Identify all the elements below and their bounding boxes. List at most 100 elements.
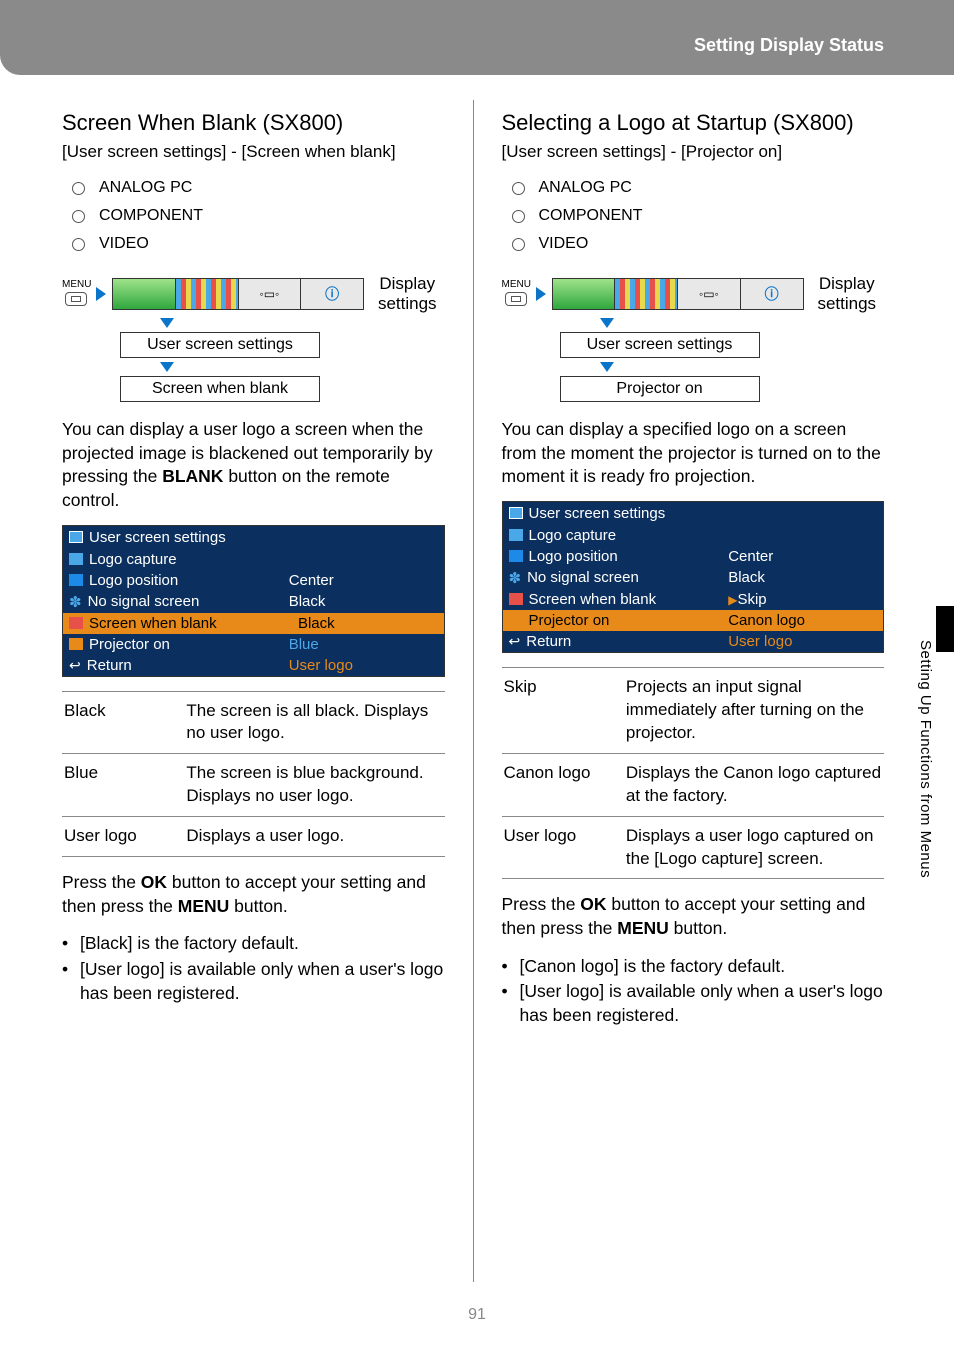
radio-label: VIDEO (99, 232, 149, 256)
window-icon (69, 531, 83, 543)
option-desc: The screen is all black. Displays no use… (184, 691, 444, 754)
table-row: User logoDisplays a user logo. (62, 817, 445, 857)
arrow-down-icon (160, 318, 174, 328)
table-row: SkipProjects an input signal immediately… (502, 667, 885, 753)
display-settings-label: Display settings (810, 274, 885, 314)
osd-value: Blue (289, 636, 438, 653)
osd-row-return: ↩ReturnUser logo (63, 655, 444, 676)
option-desc: Displays a user logo. (184, 817, 444, 857)
osd-label: Return (87, 657, 132, 674)
osd-row-highlight: Projector onCanon logo (503, 610, 884, 631)
osd-row: Logo capture (503, 525, 884, 546)
osd-value: Canon logo (728, 612, 877, 629)
right-osd: User screen settings Logo capture Logo p… (502, 501, 885, 653)
osd-label: Return (526, 633, 571, 650)
osd-label: Logo position (529, 548, 618, 565)
osd-label: Logo position (89, 572, 178, 589)
blank-icon (69, 617, 83, 629)
arrow-down-icon (160, 362, 174, 372)
menu-label-small: MENU (62, 279, 91, 290)
osd-value: Center (289, 572, 438, 589)
right-para-1: You can display a specified logo on a sc… (502, 418, 885, 489)
tab-bar: ◦▭◦ ⓘ (552, 278, 804, 310)
table-row: Canon logoDisplays the Canon logo captur… (502, 753, 885, 816)
radio-analog-pc: ANALOG PC (512, 176, 885, 200)
radio-icon (72, 182, 85, 195)
right-breadcrumb: [User screen settings] - [Projector on] (502, 142, 885, 162)
star-icon: ✽ (69, 593, 82, 611)
osd-row: Logo capture (63, 549, 444, 570)
side-tab-mark (936, 606, 954, 652)
tab-2-icon (176, 279, 239, 309)
option-key: Canon logo (502, 753, 624, 816)
tab-1-icon (553, 279, 616, 309)
left-radio-list: ANALOG PC COMPONENT VIDEO (72, 176, 445, 256)
option-key: Blue (62, 754, 184, 817)
note-item: [Black] is the factory default. (62, 932, 445, 956)
note-item: [User logo] is available only when a use… (62, 958, 445, 1005)
osd-label: Screen when blank (529, 591, 657, 608)
play-icon: ▶ (289, 617, 298, 631)
osd-value: ▶Black (289, 615, 438, 632)
flow-box-2: Projector on (560, 376, 760, 402)
left-notes: [Black] is the factory default. [User lo… (62, 932, 445, 1005)
left-breadcrumb: [User screen settings] - [Screen when bl… (62, 142, 445, 162)
radio-label: COMPONENT (99, 204, 203, 228)
display-settings-label: Display settings (370, 274, 445, 314)
radio-icon (512, 238, 525, 251)
tab-2-icon (615, 279, 678, 309)
option-desc: Displays a user logo captured on the [Lo… (624, 816, 884, 879)
left-column: Screen When Blank (SX800) [User screen s… (62, 100, 445, 1282)
left-osd: User screen settings Logo capture Logo p… (62, 525, 445, 677)
keyword-ok: OK (580, 894, 606, 914)
osd-header-text: User screen settings (89, 529, 226, 546)
left-title: Screen When Blank (SX800) (62, 110, 445, 136)
right-column: Selecting a Logo at Startup (SX800) [Use… (502, 100, 885, 1282)
tab-bar: ◦▭◦ ⓘ (112, 278, 364, 310)
flow-box-1: User screen settings (560, 332, 760, 358)
camera-icon (509, 529, 523, 541)
text: button. (669, 918, 727, 938)
right-radio-list: ANALOG PC COMPONENT VIDEO (512, 176, 885, 256)
grid-icon (69, 574, 83, 586)
radio-label: VIDEO (539, 232, 589, 256)
radio-video: VIDEO (72, 232, 445, 256)
flow-box-1: User screen settings (120, 332, 320, 358)
osd-value: ▶Skip (728, 591, 877, 608)
text: Press the (502, 894, 581, 914)
tab-3-icon: ◦▭◦ (239, 279, 302, 309)
osd-label: Screen when blank (89, 615, 217, 632)
osd-row: ✽No signal screenBlack (503, 567, 884, 589)
osd-row: Logo position Center (63, 570, 444, 591)
table-row: User logoDisplays a user logo captured o… (502, 816, 885, 879)
blank-icon (509, 593, 523, 605)
osd-label: Projector on (89, 636, 170, 653)
osd-row: Logo positionCenter (503, 546, 884, 567)
arrow-right-icon (536, 287, 546, 301)
grid-icon (509, 550, 523, 562)
page-number: 91 (0, 1306, 954, 1324)
note-item: [User logo] is available only when a use… (502, 980, 885, 1027)
text: Press the (62, 872, 141, 892)
keyword-menu: MENU (178, 896, 230, 916)
menu-label-small: MENU (502, 279, 531, 290)
option-key: User logo (502, 816, 624, 879)
osd-row-return: ↩ReturnUser logo (503, 631, 884, 652)
star-icon: ✽ (509, 569, 522, 587)
radio-analog-pc: ANALOG PC (72, 176, 445, 200)
osd-value: Black (728, 569, 877, 586)
osd-label: Logo capture (529, 527, 617, 544)
radio-icon (512, 182, 525, 195)
menu-icon: MENU (62, 280, 90, 309)
arrow-right-icon (96, 287, 106, 301)
tab-3-icon: ◦▭◦ (678, 279, 741, 309)
radio-label: COMPONENT (539, 204, 643, 228)
option-desc: The screen is blue background. Displays … (184, 754, 444, 817)
header-label: Setting Display Status (694, 35, 884, 56)
osd-row-highlight: Screen when blank ▶Black (63, 613, 444, 634)
window-icon (509, 507, 523, 519)
option-key: Black (62, 691, 184, 754)
right-notes: [Canon logo] is the factory default. [Us… (502, 955, 885, 1028)
menu-row: MENU ◦▭◦ ⓘ Display settings (62, 274, 445, 314)
menu-row: MENU ◦▭◦ ⓘ Display settings (502, 274, 885, 314)
